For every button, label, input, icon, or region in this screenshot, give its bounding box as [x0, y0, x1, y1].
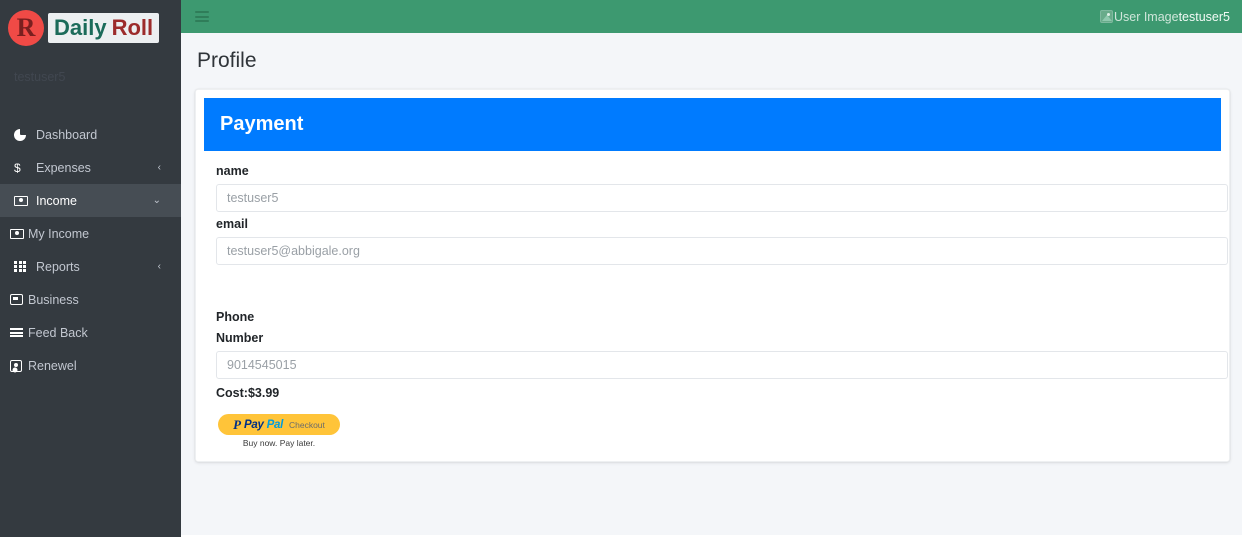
page-header: Profile — [181, 33, 1242, 89]
sidebar-item-my-income[interactable]: My Income — [0, 217, 181, 250]
paypal-word-pal: Pal — [266, 418, 284, 431]
sidebar-item-business[interactable]: Business — [0, 283, 181, 316]
paypal-word-pay: Pay — [244, 418, 264, 431]
chevron-left-icon: ‹ — [157, 261, 161, 272]
sidebar-item-label: Dashboard — [36, 127, 98, 142]
sidebar-username: testuser5 — [14, 70, 66, 84]
top-navbar: User Image testuser5 — [181, 0, 1242, 33]
name-label: name — [216, 164, 249, 178]
phone-input[interactable] — [216, 351, 1228, 379]
sidebar-item-feed-back[interactable]: Feed Back — [0, 316, 181, 349]
bottom-strip — [0, 537, 1242, 545]
brand-mark-icon: R — [8, 10, 44, 46]
grid-icon — [14, 261, 36, 272]
sidebar-item-income[interactable]: Income ⌄ — [0, 184, 181, 217]
cost-text: Cost:$3.99 — [216, 386, 280, 400]
payment-card-header: Payment — [204, 98, 1221, 151]
brand-name-roll: Roll — [111, 15, 154, 40]
sidebar-item-label: My Income — [28, 226, 90, 241]
money-icon — [10, 228, 28, 239]
brand-mark-letter: R — [16, 13, 36, 42]
brand-name-daily: Daily — [54, 15, 107, 40]
main-content: Profile Payment name email Phone Number … — [181, 33, 1242, 535]
payment-card: Payment name email Phone Number Cost:$3.… — [195, 89, 1230, 462]
phone-label-line1: Phone — [216, 310, 255, 324]
chevron-left-icon: ‹ — [157, 162, 161, 173]
field-spacer — [210, 265, 1215, 295]
sidebar-nav: Dashboard $ Expenses ‹ Income ⌄ My Incom… — [0, 118, 181, 382]
email-input[interactable] — [216, 237, 1228, 265]
paypal-checkout-label: Checkout — [288, 419, 325, 430]
brand-text: Daily Roll — [48, 13, 160, 43]
payment-card-title: Payment — [220, 113, 304, 135]
avatar-alt-text: User Image — [1113, 9, 1179, 24]
sidebar-item-label: Income — [36, 193, 77, 208]
card-icon — [10, 294, 28, 305]
sidebar-item-reports[interactable]: Reports ‹ — [0, 250, 181, 283]
sidebar: R Daily Roll testuser5 Dashboard $ Expen… — [0, 0, 181, 537]
chevron-down-icon: ⌄ — [152, 195, 161, 206]
sidebar-item-label: Expenses — [36, 160, 91, 175]
page-title: Profile — [197, 49, 257, 72]
sidebar-item-label: Renewel — [28, 358, 77, 373]
pie-chart-icon — [14, 128, 36, 141]
payment-card-body: name email Phone Number Cost:$3.99 P Pay… — [204, 151, 1228, 448]
sidebar-item-label: Reports — [36, 259, 80, 274]
paypal-checkout-area: P Pay Pal Checkout Buy now. Pay later. — [218, 414, 340, 448]
avatar-broken-image-icon — [1099, 10, 1113, 23]
paypal-checkout-button[interactable]: P Pay Pal Checkout — [218, 414, 340, 435]
email-label: email — [216, 217, 248, 231]
bars-icon — [10, 328, 28, 337]
brand-logo[interactable]: R Daily Roll — [0, 0, 181, 56]
topbar-username: testuser5 — [1178, 9, 1230, 24]
dollar-icon: $ — [14, 160, 21, 175]
name-input[interactable] — [216, 184, 1228, 212]
phone-label-line2: Number — [216, 331, 264, 345]
paypal-logo-icon: P — [233, 417, 241, 432]
paypal-note: Buy now. Pay later. — [242, 438, 316, 448]
user-menu[interactable]: User Image testuser5 — [1099, 9, 1230, 24]
sidebar-item-dashboard[interactable]: Dashboard — [0, 118, 181, 151]
id-card-icon — [10, 359, 28, 372]
app-root: R Daily Roll testuser5 Dashboard $ Expen… — [0, 0, 1242, 545]
sidebar-item-label: Feed Back — [28, 325, 88, 340]
hamburger-icon[interactable] — [195, 9, 209, 25]
sidebar-item-label: Business — [28, 292, 79, 307]
sidebar-item-renewel[interactable]: Renewel — [0, 349, 181, 382]
sidebar-item-expenses[interactable]: $ Expenses ‹ — [0, 151, 181, 184]
money-icon — [14, 195, 36, 206]
